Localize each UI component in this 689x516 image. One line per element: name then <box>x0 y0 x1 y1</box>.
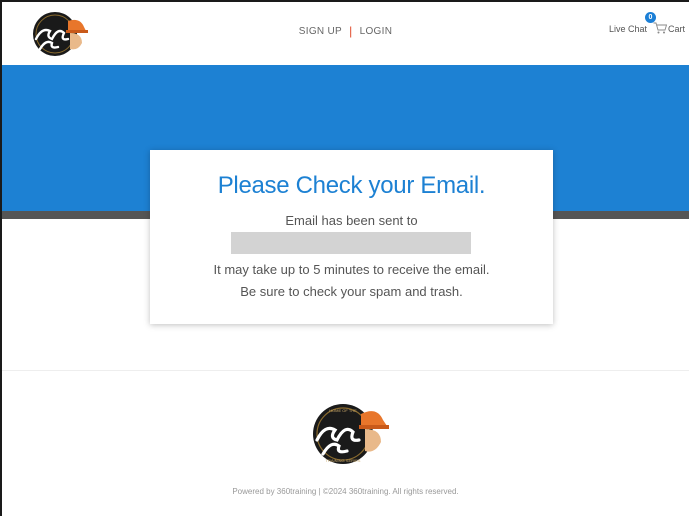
header-actions: Live Chat 0 Cart <box>609 12 685 34</box>
page-frame: SIGN UP | LOGIN Live Chat 0 Cart Please … <box>0 0 689 516</box>
wait-notice: It may take up to 5 minutes to receive t… <box>213 262 490 277</box>
live-chat-link[interactable]: Live Chat <box>609 24 647 34</box>
logo-top-text: HOME OF THE <box>329 408 357 413</box>
confirmation-card: Please Check your Email. Email has been … <box>150 150 553 324</box>
spam-notice: Be sure to check your spam and trash. <box>240 284 463 299</box>
footer-divider <box>2 370 689 371</box>
login-link[interactable]: LOGIN <box>360 26 393 37</box>
card-title: Please Check your Email. <box>217 172 486 199</box>
cart-label: Cart <box>667 24 685 34</box>
auth-separator: | <box>349 24 353 38</box>
site-header: SIGN UP | LOGIN Live Chat 0 Cart <box>2 2 689 65</box>
signup-link[interactable]: SIGN UP <box>299 26 342 37</box>
cart-link[interactable]: 0 Cart <box>644 12 685 34</box>
footer-hard-hat-logo: HOME OF THE TRAINING SERIES <box>303 396 395 468</box>
footer-copyright: Powered by 360training | ©2024 360traini… <box>232 487 459 496</box>
redacted-email <box>231 232 471 254</box>
email-sent-text: Email has been sent to <box>285 213 418 228</box>
cart-icon <box>653 22 667 34</box>
footer-logo-icon: HOME OF THE TRAINING SERIES <box>313 404 389 464</box>
auth-links: SIGN UP | LOGIN <box>2 24 689 38</box>
logo-bottom-text: TRAINING SERIES <box>326 458 361 463</box>
cart-count-badge: 0 <box>644 12 656 23</box>
